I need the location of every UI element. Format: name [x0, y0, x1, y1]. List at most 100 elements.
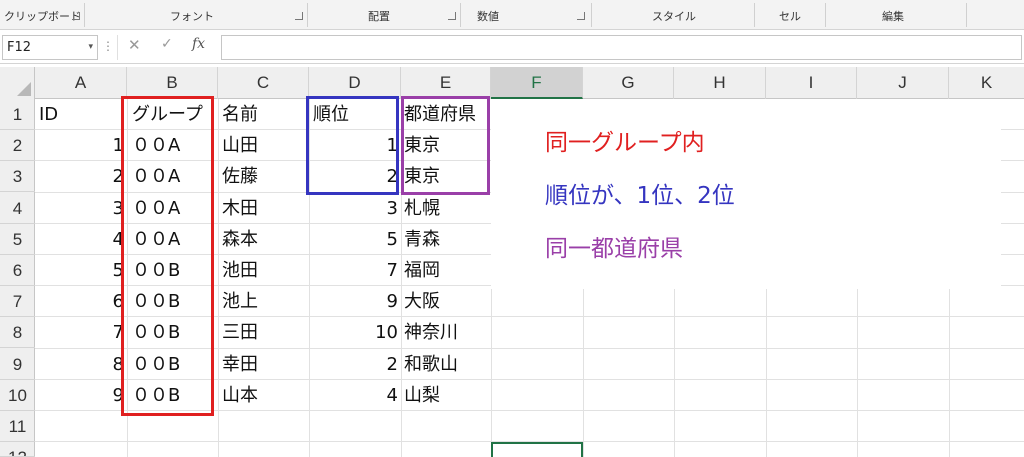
cancel-icon[interactable]: ✕	[128, 36, 141, 54]
cell-a3[interactable]: 2	[35, 161, 124, 192]
cell-c9[interactable]: 幸田	[222, 349, 258, 380]
formula-bar: F12 ▾ ⋮ ✕ ✓ fx	[0, 31, 1024, 64]
name-box[interactable]: F12 ▾	[2, 35, 98, 60]
cell-a2[interactable]: 1	[35, 130, 124, 161]
row-header-4[interactable]: 4	[0, 193, 35, 224]
formula-input[interactable]	[221, 35, 1022, 60]
ribbon-group-clipboard: クリップボード	[0, 0, 84, 30]
cell-e5[interactable]: 青森	[404, 224, 440, 255]
ribbon-group-alignment: 配置	[308, 0, 460, 30]
row-header-7[interactable]: 7	[0, 286, 35, 317]
cell-a6[interactable]: 5	[35, 255, 124, 286]
dialog-launcher-icon[interactable]	[72, 12, 80, 20]
cell-d9[interactable]: 2	[309, 349, 398, 380]
cell-e6[interactable]: 福岡	[404, 255, 440, 286]
dialog-launcher-icon[interactable]	[295, 12, 303, 20]
ribbon-group-label: スタイル	[652, 10, 696, 23]
dialog-launcher-icon[interactable]	[448, 12, 456, 20]
enter-icon[interactable]: ✓	[161, 36, 173, 52]
cell-c4[interactable]: 木田	[222, 193, 258, 224]
group-highlight-box	[121, 96, 214, 416]
column-header-k[interactable]: K	[949, 67, 1024, 99]
column-header-g[interactable]: G	[583, 67, 674, 99]
row-header-1[interactable]: 1	[0, 99, 35, 130]
ribbon-group-bar: クリップボード フォント 配置 数値 スタイル セル 編集	[0, 0, 1024, 30]
cell-c8[interactable]: 三田	[222, 317, 258, 348]
ribbon-group-styles: スタイル	[592, 0, 754, 30]
formula-bar-separator	[117, 35, 118, 60]
cell-d5[interactable]: 5	[309, 224, 398, 255]
cell-a5[interactable]: 4	[35, 224, 124, 255]
ribbon-group-label: 配置	[368, 10, 390, 23]
name-box-value: F12	[7, 40, 32, 55]
cell-c7[interactable]: 池上	[222, 286, 258, 317]
row-header-12[interactable]: 12	[0, 442, 35, 457]
ribbon-group-label: 数値	[477, 10, 499, 23]
cell-d8[interactable]: 10	[309, 317, 398, 348]
cell-e10[interactable]: 山梨	[404, 380, 440, 411]
column-header-e[interactable]: E	[401, 67, 491, 99]
column-header-i[interactable]: I	[766, 67, 857, 99]
row-header-9[interactable]: 9	[0, 349, 35, 380]
cell-a4[interactable]: 3	[35, 193, 124, 224]
row-header-10[interactable]: 10	[0, 380, 35, 411]
chevron-down-icon[interactable]: ▾	[88, 36, 93, 59]
row-header-3[interactable]: 3	[0, 161, 35, 192]
cell-a10[interactable]: 9	[35, 380, 124, 411]
ribbon-group-editing: 編集	[826, 0, 966, 30]
column-header-f[interactable]: F	[491, 67, 583, 99]
column-header-d[interactable]: D	[309, 67, 401, 99]
row-header-5[interactable]: 5	[0, 224, 35, 255]
annotation-same-prefecture: 同一都道府県	[545, 236, 683, 262]
prefecture-highlight-box	[401, 96, 490, 195]
cell-e7[interactable]: 大阪	[404, 286, 440, 317]
ribbon-separator	[966, 3, 967, 27]
cell-d7[interactable]: 9	[309, 286, 398, 317]
ribbon-group-label: 編集	[882, 10, 904, 23]
row-header-6[interactable]: 6	[0, 255, 35, 286]
cell-c10[interactable]: 山本	[222, 380, 258, 411]
rank-highlight-box	[306, 96, 399, 195]
cell-a7[interactable]: 6	[35, 286, 124, 317]
active-cell-f12[interactable]	[491, 442, 583, 457]
cell-d10[interactable]: 4	[309, 380, 398, 411]
cell-c2[interactable]: 山田	[222, 130, 258, 161]
column-header-a[interactable]: A	[35, 67, 127, 99]
row-header-2[interactable]: 2	[0, 130, 35, 161]
row-header-8[interactable]: 8	[0, 317, 35, 348]
ribbon-group-font: フォント	[85, 0, 307, 30]
column-header-c[interactable]: C	[218, 67, 309, 99]
column-headers: A B C D E F G H I J K	[0, 67, 1024, 99]
column-header-b[interactable]: B	[127, 67, 218, 99]
select-all-triangle-icon	[17, 82, 31, 96]
row-header-11[interactable]: 11	[0, 411, 35, 442]
ribbon-group-cells: セル	[755, 0, 825, 30]
cell-d4[interactable]: 3	[309, 193, 398, 224]
cell-c5[interactable]: 森本	[222, 224, 258, 255]
cell-e8[interactable]: 神奈川	[404, 317, 458, 348]
cell-e4[interactable]: 札幌	[404, 193, 440, 224]
gridline	[218, 99, 219, 457]
more-options-icon[interactable]: ⋮	[102, 39, 114, 53]
cell-d6[interactable]: 7	[309, 255, 398, 286]
cell-a1[interactable]: ID	[39, 99, 58, 130]
annotation-rank: 順位が、1位、2位	[545, 183, 735, 209]
column-header-h[interactable]: H	[674, 67, 766, 99]
cell-e9[interactable]: 和歌山	[404, 349, 458, 380]
insert-function-icon[interactable]: fx	[192, 36, 205, 52]
ribbon-group-label: セル	[779, 10, 801, 23]
cell-a8[interactable]: 7	[35, 317, 124, 348]
cell-a9[interactable]: 8	[35, 349, 124, 380]
row-headers: 1 2 3 4 5 6 7 8 9 10 11 12	[0, 99, 35, 457]
dialog-launcher-icon[interactable]	[577, 12, 585, 20]
worksheet-grid[interactable]: ID グループ 名前 順位 都道府県 1 ００A 山田 1 東京 2 ００A 佐…	[35, 96, 1024, 457]
ribbon-group-number: 数値	[461, 0, 591, 30]
select-all-button[interactable]	[0, 67, 35, 99]
ribbon-group-label: フォント	[170, 10, 214, 23]
cell-c6[interactable]: 池田	[222, 255, 258, 286]
cell-c1[interactable]: 名前	[222, 99, 258, 130]
cell-c3[interactable]: 佐藤	[222, 161, 258, 192]
ribbon-group-label: クリップボード	[4, 10, 81, 23]
annotation-same-group: 同一グループ内	[545, 130, 705, 156]
column-header-j[interactable]: J	[857, 67, 949, 99]
